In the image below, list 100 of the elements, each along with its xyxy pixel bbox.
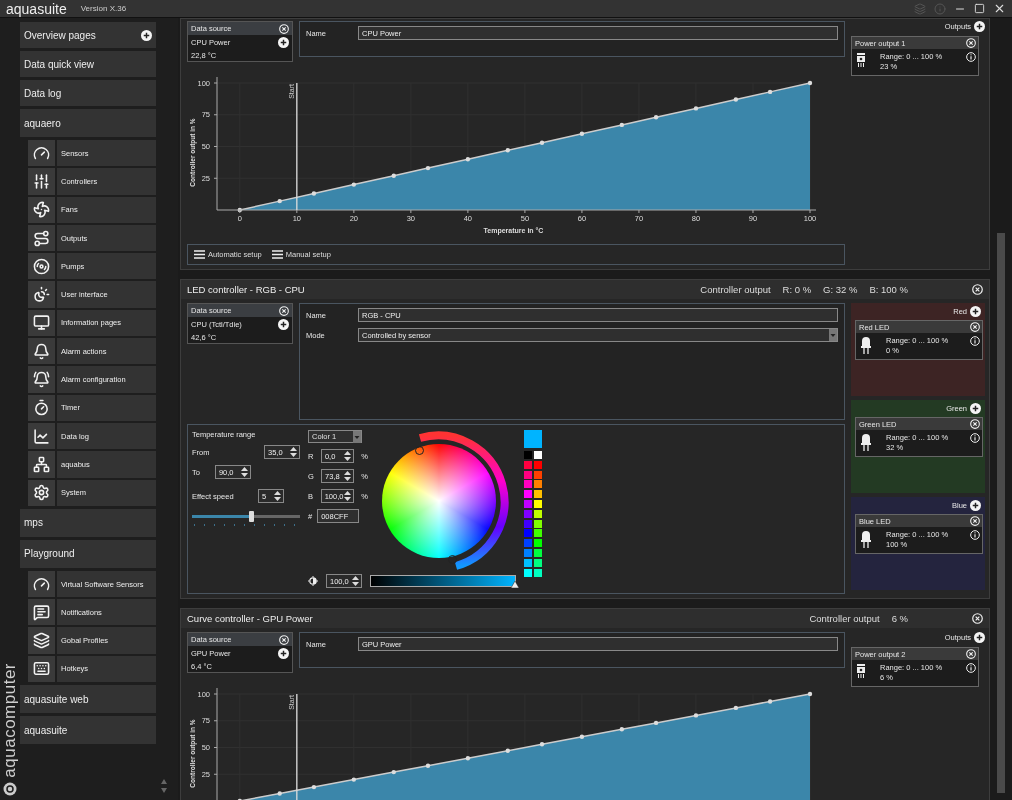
close-icon[interactable] (279, 23, 289, 34)
add-icon[interactable] (970, 500, 981, 511)
add-icon[interactable] (974, 632, 985, 643)
curve-point[interactable] (653, 115, 659, 120)
color-swatch[interactable] (534, 519, 542, 528)
curve-point[interactable] (351, 777, 357, 782)
curve-point[interactable] (619, 122, 625, 128)
spin-arrows-icon[interactable] (352, 576, 359, 586)
close-icon[interactable] (972, 284, 983, 295)
add-icon[interactable] (278, 37, 289, 48)
brightness-bar[interactable] (370, 575, 516, 587)
add-icon[interactable] (278, 648, 289, 659)
spin-arrows-icon[interactable] (274, 491, 281, 501)
curve-point[interactable] (539, 140, 545, 145)
nav-section[interactable]: aquaero (20, 109, 156, 137)
close-icon[interactable] (970, 419, 980, 429)
color-swatch[interactable] (524, 500, 532, 508)
close-icon[interactable] (966, 649, 976, 659)
color-swatch[interactable] (524, 558, 532, 567)
add-icon[interactable] (974, 21, 985, 32)
curve-point[interactable] (311, 784, 317, 790)
nav-section[interactable]: mps (20, 508, 156, 537)
nav-icon-button[interactable] (28, 451, 55, 478)
color-swatch[interactable] (534, 480, 542, 489)
color-swatch[interactable] (524, 568, 532, 577)
color-swatch[interactable] (534, 500, 542, 508)
curve-point[interactable] (579, 131, 585, 136)
scroll-arrows-icon[interactable] (160, 778, 168, 794)
nav-icon-button[interactable] (28, 253, 55, 280)
color-swatch[interactable] (534, 529, 542, 538)
nav-section[interactable]: aquasuite web (20, 685, 156, 714)
color-swatch[interactable] (524, 480, 532, 489)
maximize-icon[interactable] (974, 3, 985, 14)
curve-point[interactable] (693, 106, 699, 111)
nav-icon-button[interactable] (28, 338, 55, 365)
curve-point[interactable] (807, 80, 813, 86)
nav-icon-button[interactable] (28, 627, 55, 654)
nav-section[interactable]: aquasuite (20, 716, 156, 745)
close-icon[interactable] (970, 322, 980, 332)
add-icon[interactable] (970, 403, 981, 414)
curve-point[interactable] (351, 182, 357, 187)
curve-point[interactable] (425, 763, 431, 768)
close-icon[interactable] (972, 613, 983, 624)
nav-icon-button[interactable] (28, 366, 55, 393)
nav-icon-button[interactable] (28, 599, 55, 626)
color-swatch[interactable] (534, 568, 542, 577)
curve-point[interactable] (579, 734, 585, 739)
bar-thumb[interactable] (511, 581, 519, 588)
curve-point[interactable] (807, 691, 813, 697)
color-swatch[interactable] (534, 539, 542, 548)
color-swatch[interactable] (534, 460, 542, 469)
nav-icon-button[interactable] (28, 479, 55, 506)
color-swatch[interactable] (534, 470, 542, 479)
close-icon[interactable] (993, 2, 1006, 15)
close-icon[interactable] (966, 38, 976, 48)
curve-point[interactable] (277, 198, 282, 204)
slider-thumb[interactable] (249, 511, 255, 522)
color-swatch[interactable] (524, 548, 532, 557)
nav-section[interactable]: Overview pages (20, 22, 156, 48)
spin-arrows-icon[interactable] (344, 471, 352, 481)
nav-icon-button[interactable] (28, 224, 55, 252)
start-line[interactable] (296, 693, 298, 800)
nav-icon-button[interactable] (28, 281, 55, 308)
curve-point[interactable] (277, 791, 282, 796)
curve-point[interactable] (653, 720, 659, 726)
color-swatch[interactable] (534, 451, 542, 459)
close-icon[interactable] (279, 634, 289, 645)
nav-section[interactable]: Data log (20, 80, 156, 106)
color-swatch[interactable] (534, 548, 542, 557)
start-line[interactable] (296, 82, 298, 211)
nav-icon-button[interactable] (28, 309, 55, 337)
curve-point[interactable] (693, 713, 699, 718)
add-icon[interactable] (141, 29, 152, 41)
spin-arrows-icon[interactable] (343, 451, 351, 461)
curve-point[interactable] (733, 705, 739, 711)
nav-icon-button[interactable] (28, 196, 55, 223)
nav-icon-button[interactable] (28, 655, 55, 683)
spin-arrows-icon[interactable] (343, 491, 351, 501)
color-swatch[interactable] (524, 490, 532, 499)
add-icon[interactable] (970, 306, 981, 317)
curve-point[interactable] (465, 756, 471, 761)
curve-point[interactable] (465, 157, 471, 162)
add-icon[interactable] (278, 319, 289, 330)
color-swatch[interactable] (534, 558, 542, 567)
curve-point[interactable] (425, 165, 431, 171)
color-swatch[interactable] (524, 451, 532, 459)
curve-point[interactable] (619, 727, 625, 732)
nav-icon-button[interactable] (28, 570, 55, 598)
curve-point[interactable] (505, 748, 510, 753)
nav-icon-button[interactable] (28, 168, 55, 195)
nav-section[interactable]: Playground (20, 539, 156, 568)
curve-point[interactable] (733, 97, 739, 102)
color-swatch[interactable] (534, 490, 542, 499)
curve-point[interactable] (391, 769, 396, 775)
color-swatch[interactable] (524, 509, 532, 518)
curve-point[interactable] (391, 173, 396, 178)
close-icon[interactable] (970, 516, 980, 526)
curve-point[interactable] (237, 207, 242, 213)
spin-arrows-icon[interactable] (240, 467, 248, 477)
color-swatch[interactable] (524, 470, 532, 479)
